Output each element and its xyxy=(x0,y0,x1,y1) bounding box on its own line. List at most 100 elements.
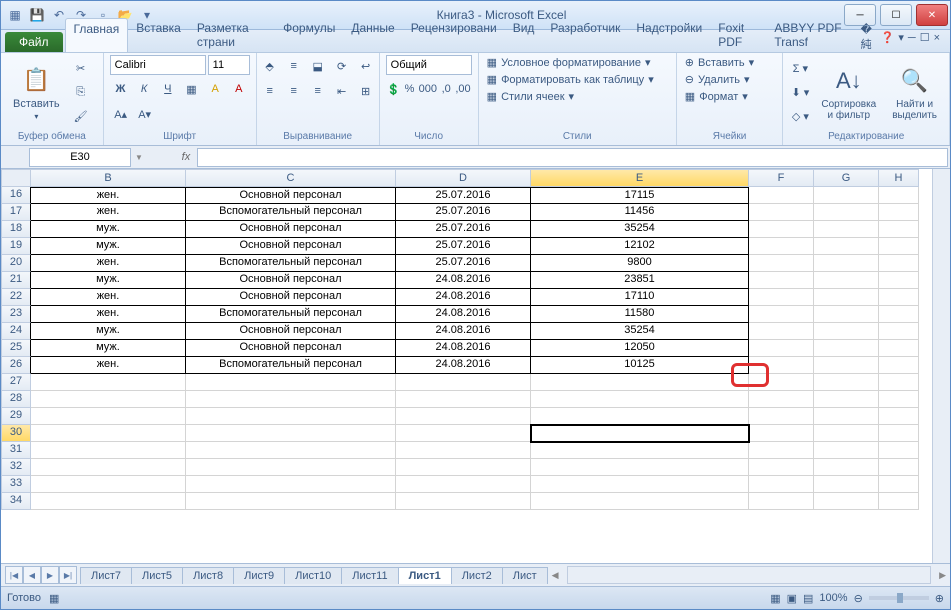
cell-B34[interactable] xyxy=(31,493,186,510)
help-icon[interactable]: ❓ xyxy=(881,31,895,44)
cell-G26[interactable] xyxy=(814,357,879,374)
row-header-26[interactable]: 26 xyxy=(1,357,31,374)
cell-D16[interactable]: 25.07.2016 xyxy=(396,187,531,204)
cell-H16[interactable] xyxy=(879,187,919,204)
clear-icon[interactable]: ◇ ▾ xyxy=(789,106,811,128)
cell-E34[interactable] xyxy=(531,493,749,510)
ribbon-tab-9[interactable]: Foxit PDF xyxy=(710,18,766,52)
row-header-18[interactable]: 18 xyxy=(1,221,31,238)
cell-G23[interactable] xyxy=(814,306,879,323)
cell-D32[interactable] xyxy=(396,459,531,476)
cell-G27[interactable] xyxy=(814,374,879,391)
cell-H19[interactable] xyxy=(879,238,919,255)
cell-G31[interactable] xyxy=(814,442,879,459)
cell-F18[interactable] xyxy=(749,221,814,238)
format-cells-button[interactable]: ▦ Формат ▾ xyxy=(683,89,750,104)
file-tab[interactable]: Файл xyxy=(5,32,63,52)
cell-B30[interactable] xyxy=(31,425,186,442)
col-header-H[interactable]: H xyxy=(879,169,919,187)
grow-font-icon[interactable]: A▴ xyxy=(110,103,132,125)
ribbon-tab-4[interactable]: Данные xyxy=(343,18,402,52)
vertical-scrollbar[interactable] xyxy=(932,169,950,563)
sheet-nav-next-icon[interactable]: ▶ xyxy=(41,566,59,584)
cell-H26[interactable] xyxy=(879,357,919,374)
delete-cells-button[interactable]: ⊖ Удалить ▾ xyxy=(683,72,752,87)
indent-dec-icon[interactable]: ⇤ xyxy=(331,80,353,102)
cell-G29[interactable] xyxy=(814,408,879,425)
ribbon-tab-1[interactable]: Вставка xyxy=(128,18,189,52)
cell-C23[interactable]: Вспомогательный персонал xyxy=(186,306,396,323)
cell-G24[interactable] xyxy=(814,323,879,340)
font-color-button[interactable]: A xyxy=(228,78,250,100)
cell-G21[interactable] xyxy=(814,272,879,289)
cell-F16[interactable] xyxy=(749,187,814,204)
cell-D23[interactable]: 24.08.2016 xyxy=(396,306,531,323)
view-pagebreak-icon[interactable]: ▤ xyxy=(803,592,813,605)
row-header-23[interactable]: 23 xyxy=(1,306,31,323)
cell-F32[interactable] xyxy=(749,459,814,476)
horizontal-scrollbar[interactable] xyxy=(567,566,932,584)
cell-B25[interactable]: муж. xyxy=(31,340,186,357)
ribbon-tab-5[interactable]: Рецензировани xyxy=(403,18,505,52)
cell-D29[interactable] xyxy=(396,408,531,425)
cell-E26[interactable]: 10125 xyxy=(531,357,749,374)
row-header-34[interactable]: 34 xyxy=(1,493,31,510)
cell-D27[interactable] xyxy=(396,374,531,391)
cell-C28[interactable] xyxy=(186,391,396,408)
fx-icon[interactable]: fx xyxy=(177,151,195,163)
cell-G16[interactable] xyxy=(814,187,879,204)
cell-E31[interactable] xyxy=(531,442,749,459)
cell-C17[interactable]: Вспомогательный персонал xyxy=(186,204,396,221)
cell-C27[interactable] xyxy=(186,374,396,391)
cell-D19[interactable]: 25.07.2016 xyxy=(396,238,531,255)
ribbon-tab-8[interactable]: Надстройки xyxy=(628,18,710,52)
format-painter-icon[interactable]: 🖌 xyxy=(70,106,92,128)
cell-E17[interactable]: 11456 xyxy=(531,204,749,221)
ribbon-tab-7[interactable]: Разработчик xyxy=(542,18,628,52)
cell-H30[interactable] xyxy=(879,425,919,442)
cell-C21[interactable]: Основной персонал xyxy=(186,272,396,289)
align-middle-icon[interactable]: ≡ xyxy=(283,55,305,77)
cell-C25[interactable]: Основной персонал xyxy=(186,340,396,357)
shrink-font-icon[interactable]: A▾ xyxy=(134,103,156,125)
cell-H22[interactable] xyxy=(879,289,919,306)
cell-F21[interactable] xyxy=(749,272,814,289)
row-header-17[interactable]: 17 xyxy=(1,204,31,221)
view-normal-icon[interactable]: ▦ xyxy=(770,592,780,605)
cell-D30[interactable] xyxy=(396,425,531,442)
sheet-tab-Лист9[interactable]: Лист9 xyxy=(233,567,285,584)
name-box[interactable]: E30 xyxy=(29,148,131,167)
cell-F31[interactable] xyxy=(749,442,814,459)
align-bottom-icon[interactable]: ⬓ xyxy=(307,55,329,77)
cell-F23[interactable] xyxy=(749,306,814,323)
sheet-tab-Лист11[interactable]: Лист11 xyxy=(341,567,398,584)
zoom-in-icon[interactable]: ⊕ xyxy=(935,592,944,605)
sheet-nav-last-icon[interactable]: ▶| xyxy=(59,566,77,584)
align-top-icon[interactable]: ⬘ xyxy=(259,55,281,77)
ribbon-tab-2[interactable]: Разметка страни xyxy=(189,18,275,52)
cell-F34[interactable] xyxy=(749,493,814,510)
cell-D33[interactable] xyxy=(396,476,531,493)
excel-icon[interactable]: ▦ xyxy=(7,7,23,23)
row-header-31[interactable]: 31 xyxy=(1,442,31,459)
cell-G25[interactable] xyxy=(814,340,879,357)
cell-F17[interactable] xyxy=(749,204,814,221)
font-size-combo[interactable]: 11 xyxy=(208,55,250,75)
cell-E21[interactable]: 23851 xyxy=(531,272,749,289)
find-select-button[interactable]: 🔍 Найти и выделить xyxy=(886,63,943,123)
cell-B27[interactable] xyxy=(31,374,186,391)
cell-F26[interactable] xyxy=(749,357,814,374)
row-header-20[interactable]: 20 xyxy=(1,255,31,272)
cell-C30[interactable] xyxy=(186,425,396,442)
cell-C33[interactable] xyxy=(186,476,396,493)
cell-D24[interactable]: 24.08.2016 xyxy=(396,323,531,340)
cell-G20[interactable] xyxy=(814,255,879,272)
macro-record-icon[interactable]: ▦ xyxy=(49,592,59,605)
paste-button[interactable]: 📋 Вставить ▾ xyxy=(7,62,66,123)
sheet-tab-Лист7[interactable]: Лист7 xyxy=(80,567,132,584)
cell-E16[interactable]: 17115 xyxy=(531,187,749,204)
cell-E23[interactable]: 11580 xyxy=(531,306,749,323)
sheet-tab-Лист8[interactable]: Лист8 xyxy=(182,567,234,584)
fill-icon[interactable]: ⬇ ▾ xyxy=(789,82,811,104)
row-header-27[interactable]: 27 xyxy=(1,374,31,391)
